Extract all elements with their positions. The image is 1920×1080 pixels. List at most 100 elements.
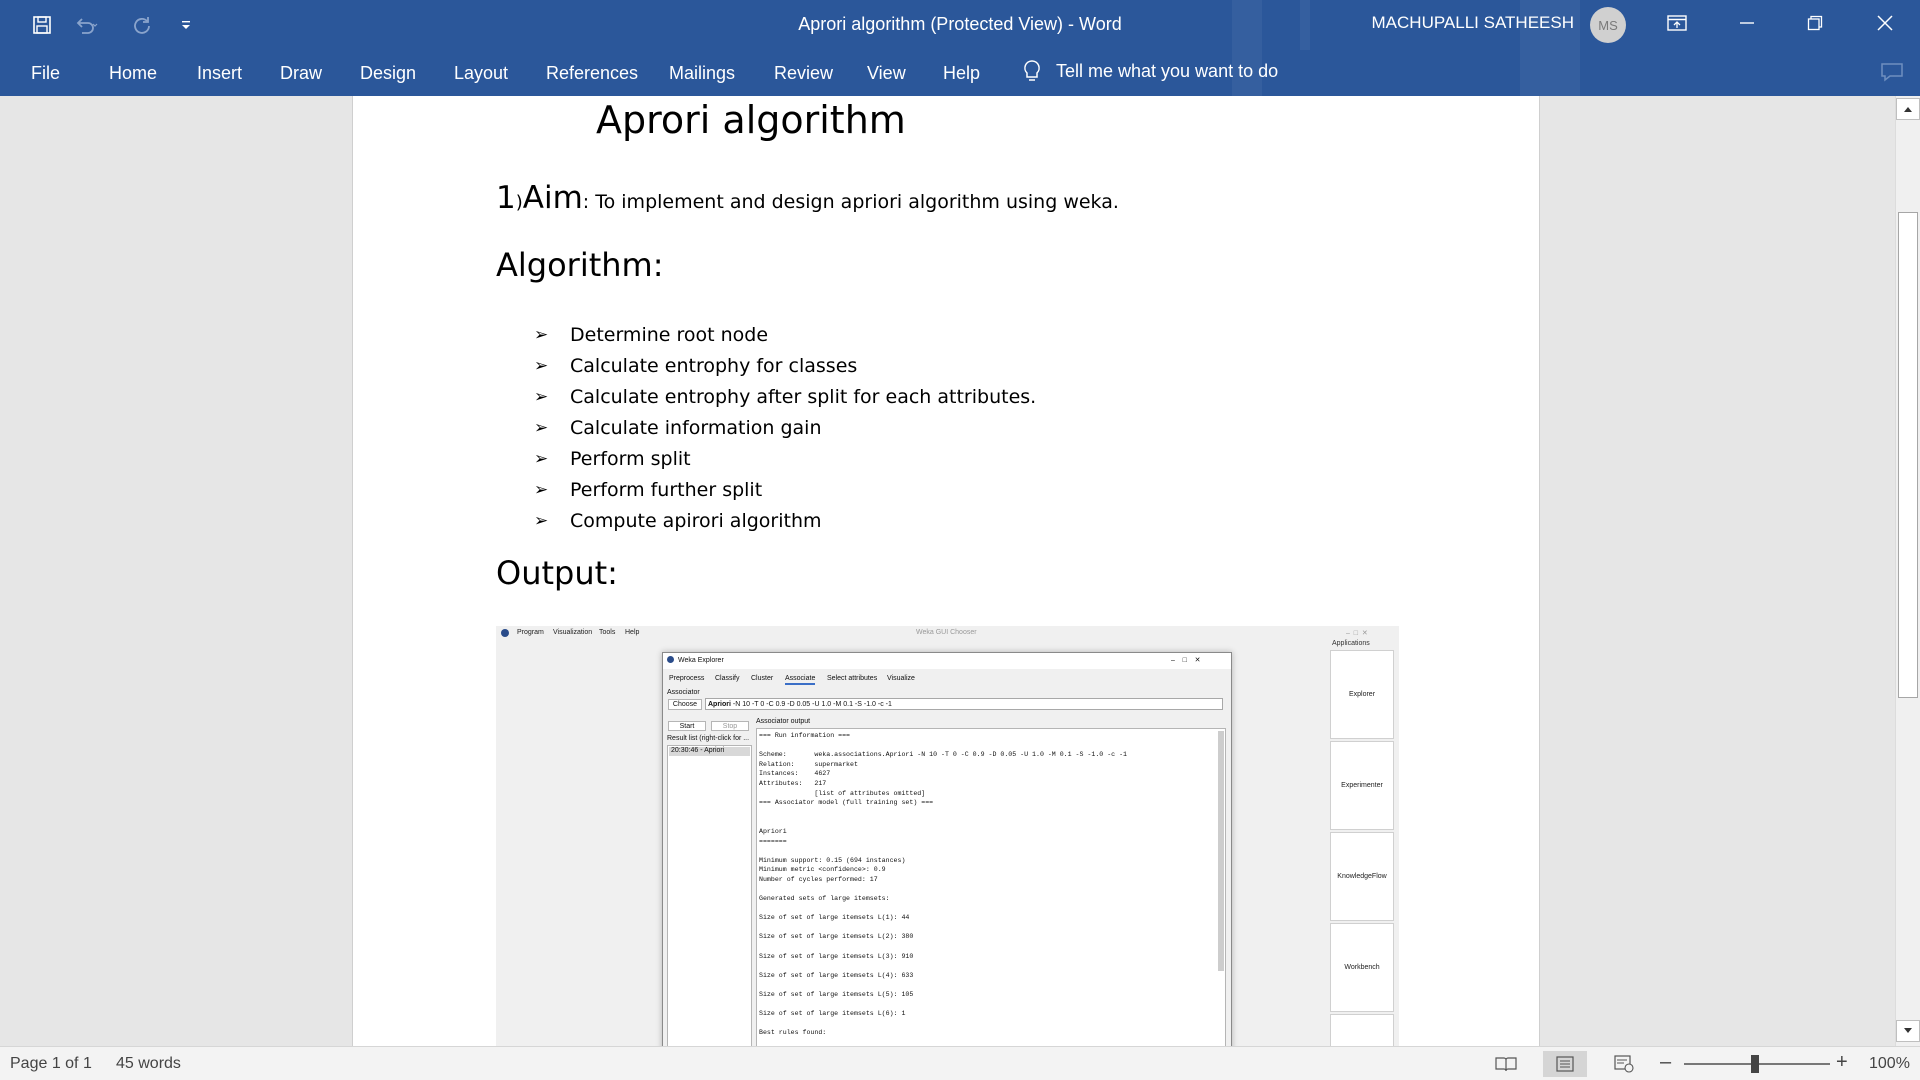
- user-name[interactable]: MACHUPALLI SATHEESH: [1372, 13, 1574, 33]
- scrollbar-thumb[interactable]: [1898, 212, 1918, 698]
- output-scrollbar: [1218, 731, 1224, 971]
- weka-experimenter-button: Experimenter: [1330, 741, 1394, 830]
- vertical-scrollbar[interactable]: [1895, 96, 1920, 1046]
- scroll-up-icon[interactable]: [1896, 98, 1920, 120]
- weka-explorer-title: Weka Explorer: [678, 657, 724, 664]
- weka-tab-classify: Classify: [715, 675, 740, 682]
- ribbon-tabs: File Home Insert Draw Design Layout Refe…: [0, 50, 1920, 96]
- document-page[interactable]: Aprori algorithm 1)Aim: To implement and…: [352, 96, 1540, 1046]
- arrow-bullet-icon: ➢: [534, 448, 549, 469]
- document-area: Aprori algorithm 1)Aim: To implement and…: [0, 96, 1920, 1046]
- associator-label: Associator: [667, 689, 700, 696]
- weka-tab-associate: Associate: [785, 675, 816, 685]
- restore-icon[interactable]: [1782, 0, 1848, 46]
- arrow-bullet-icon: ➢: [534, 324, 549, 345]
- arrow-bullet-icon: ➢: [534, 417, 549, 438]
- associator-output-text: === Run information === Scheme: weka.ass…: [759, 732, 1127, 1037]
- aim-text: : To implement and design apriori algori…: [582, 191, 1119, 213]
- weka-explorer-window: Weka Explorer – □ ✕ Preprocess Classify …: [662, 652, 1232, 1046]
- title-bar: Aprori algorithm (Protected View) - Word…: [0, 0, 1920, 50]
- tab-design[interactable]: Design: [360, 63, 416, 84]
- weka-menu-tools: Tools: [599, 629, 616, 636]
- minimize-icon[interactable]: [1714, 0, 1780, 46]
- step-text: Perform split: [570, 447, 691, 470]
- scroll-down-icon[interactable]: [1896, 1020, 1920, 1042]
- tab-home[interactable]: Home: [109, 63, 157, 84]
- read-mode-icon[interactable]: [1484, 1051, 1528, 1077]
- weka-window-controls-icon: – □ ✕: [1346, 630, 1368, 637]
- weka-menu-visualization: Visualization: [553, 629, 593, 636]
- window-title: Aprori algorithm (Protected View) - Word: [798, 14, 1122, 34]
- list-item: ➢ Calculate entrophy after split for each…: [534, 381, 1036, 412]
- aim-paren: ): [515, 192, 523, 213]
- tell-me-search[interactable]: Tell me what you want to do: [1022, 59, 1278, 83]
- step-text: Calculate information gain: [570, 416, 822, 439]
- weka-chooser-bar: Program Visualization Tools Help Weka GU…: [496, 626, 1399, 640]
- tab-help[interactable]: Help: [943, 63, 980, 84]
- arrow-bullet-icon: ➢: [534, 479, 549, 500]
- weka-explorer-titlebar: Weka Explorer – □ ✕: [663, 653, 1231, 669]
- weka-menu-help: Help: [625, 629, 640, 636]
- list-item: ➢ Compute apirori algorithm: [534, 505, 1036, 536]
- page-count[interactable]: Page 1 of 1: [10, 1055, 92, 1073]
- result-list: 20:30:46 - Apriori: [667, 745, 752, 1046]
- list-item: ➢ Calculate information gain: [534, 412, 1036, 443]
- weka-tab-visualize: Visualize: [887, 675, 915, 682]
- list-item: ➢ Determine root node: [534, 319, 1036, 350]
- tab-mailings[interactable]: Mailings: [669, 63, 735, 84]
- tell-me-text: Tell me what you want to do: [1056, 60, 1279, 81]
- aim-line: 1)Aim: To implement and design apriori a…: [496, 180, 1119, 216]
- ribbon-display-options-icon[interactable]: [1644, 0, 1710, 46]
- weka-choose-button: Choose: [668, 699, 702, 710]
- weka-applications-panel: Applications Explorer Experimenter Knowl…: [1328, 640, 1396, 1046]
- comments-icon[interactable]: [1880, 62, 1904, 87]
- tab-draw[interactable]: Draw: [280, 63, 322, 84]
- tab-insert[interactable]: Insert: [197, 63, 242, 84]
- tab-view[interactable]: View: [867, 63, 906, 84]
- associator-output: === Run information === Scheme: weka.ass…: [756, 728, 1226, 1046]
- status-bar: Page 1 of 1 45 words – + 100%: [0, 1046, 1920, 1080]
- associator-name: Apriori: [708, 700, 731, 708]
- zoom-level[interactable]: 100%: [1869, 1055, 1910, 1073]
- web-layout-icon[interactable]: [1602, 1051, 1646, 1077]
- step-text: Calculate entrophy after split for each …: [570, 385, 1037, 408]
- tab-layout[interactable]: Layout: [454, 63, 508, 84]
- tab-references[interactable]: References: [546, 63, 638, 84]
- lightbulb-icon: [1024, 60, 1040, 81]
- result-list-item: 20:30:46 - Apriori: [669, 747, 750, 756]
- weka-tab-preprocess: Preprocess: [669, 675, 705, 682]
- aim-number: 1: [496, 180, 516, 216]
- weka-app-button: [1330, 1014, 1394, 1046]
- list-item: ➢ Perform split: [534, 443, 1036, 474]
- step-text: Compute apirori algorithm: [570, 509, 822, 532]
- associator-output-label: Associator output: [756, 718, 811, 725]
- step-text: Perform further split: [570, 478, 763, 501]
- print-layout-icon[interactable]: [1543, 1051, 1587, 1077]
- tab-file[interactable]: File: [31, 63, 60, 84]
- associator-field: Apriori -N 10 -T 0 -C 0.9 -D 0.05 -U 1.0…: [705, 698, 1223, 710]
- weka-logo-icon: [667, 656, 674, 663]
- zoom-out-icon[interactable]: –: [1660, 1051, 1671, 1074]
- output-heading: Output:: [496, 554, 618, 592]
- step-text: Calculate entrophy for classes: [570, 354, 858, 377]
- close-icon[interactable]: [1852, 0, 1918, 46]
- zoom-slider-thumb[interactable]: [1751, 1055, 1759, 1073]
- applications-label: Applications: [1332, 640, 1370, 647]
- weka-knowledgeflow-button: KnowledgeFlow: [1330, 832, 1394, 921]
- weka-start-button: Start: [668, 721, 706, 731]
- word-count[interactable]: 45 words: [116, 1055, 181, 1073]
- tab-review[interactable]: Review: [774, 63, 833, 84]
- weka-screenshot[interactable]: Program Visualization Tools Help Weka GU…: [496, 626, 1399, 1046]
- step-text: Determine root node: [570, 323, 769, 346]
- weka-stop-button: Stop: [711, 721, 749, 731]
- weka-tab-cluster: Cluster: [751, 675, 774, 682]
- weka-explorer-button: Explorer: [1330, 650, 1394, 739]
- associator-options: -N 10 -T 0 -C 0.9 -D 0.05 -U 1.0 -M 0.1 …: [732, 700, 892, 708]
- avatar[interactable]: MS: [1590, 7, 1626, 43]
- weka-chooser-title: Weka GUI Chooser: [916, 629, 977, 636]
- zoom-in-icon[interactable]: +: [1836, 1051, 1848, 1074]
- weka-tabs: Preprocess Classify Cluster Associate Se…: [663, 671, 1231, 687]
- weka-tab-select-attributes: Select attributes: [827, 675, 878, 682]
- weka-explorer-controls-icon: – □ ✕: [1171, 657, 1201, 664]
- weka-logo-icon: [501, 629, 509, 637]
